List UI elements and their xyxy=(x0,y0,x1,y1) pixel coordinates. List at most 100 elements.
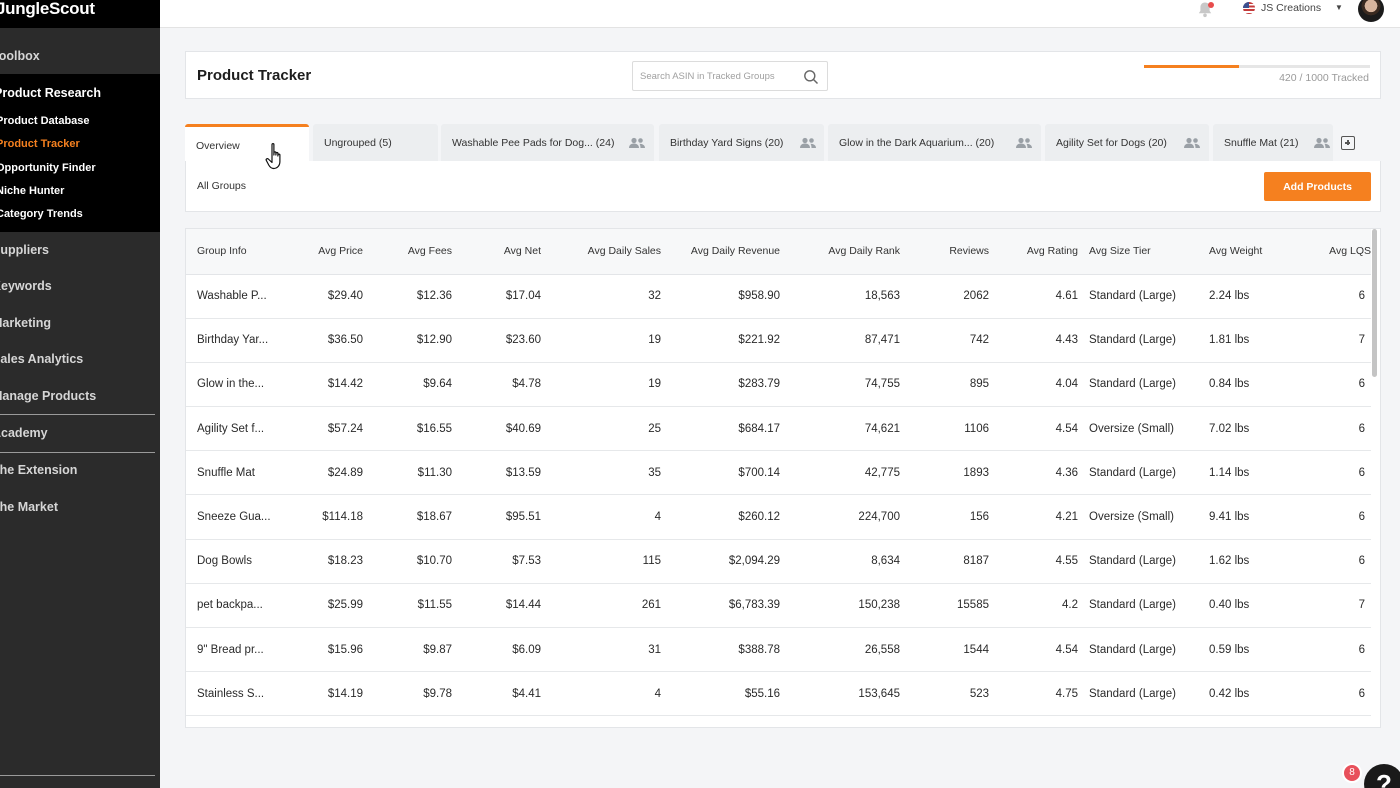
table-row[interactable]: Washable P... $29.40 $12.36 $17.04 32 $958.90… xyxy=(186,274,1371,319)
column-header-group-info[interactable]: Group Info xyxy=(186,229,277,275)
column-header-avg-lqs[interactable]: Avg LQS xyxy=(1283,229,1371,275)
column-header-reviews[interactable]: Reviews xyxy=(900,229,989,275)
cell-avg-net: $23.60 xyxy=(452,318,541,363)
tab-snuffle-mat[interactable]: Snuffle Mat (21) xyxy=(1213,124,1333,162)
add-tab-icon[interactable] xyxy=(1341,136,1355,150)
cell-avg-rating: 4.55 xyxy=(989,539,1078,584)
sidebar-item-keywords[interactable]: Keywords xyxy=(0,279,52,293)
column-header-avg-daily-revenue[interactable]: Avg Daily Revenue xyxy=(661,229,780,275)
table-row[interactable]: Dog Bowls $18.23 $10.70 $7.53 115 $2,094.29 8,… xyxy=(186,539,1371,584)
sidebar-item-toolbox[interactable]: Toolbox xyxy=(0,49,40,63)
cell-avg-daily-sales: 25 xyxy=(541,406,661,452)
cell-avg-daily-sales: 35 xyxy=(541,450,661,496)
groups-table-card: Group Info Avg Price Avg Fees Avg Net Av… xyxy=(185,228,1381,728)
column-header-avg-daily-sales[interactable]: Avg Daily Sales xyxy=(541,229,661,275)
tab-label: Ungrouped (5) xyxy=(324,137,392,149)
sidebar-item-sales-analytics[interactable]: Sales Analytics xyxy=(0,352,83,366)
cell-group-info[interactable]: Sneeze Gua... xyxy=(186,494,277,540)
cell-group-info[interactable]: 9" Bread pr... xyxy=(186,627,277,673)
cell-avg-fees: $18.67 xyxy=(363,494,452,540)
cell-group-info[interactable]: Agility Set f... xyxy=(186,406,277,452)
add-products-button[interactable]: Add Products xyxy=(1264,172,1371,201)
cell-avg-fees: $16.55 xyxy=(363,406,452,452)
cell-avg-rating: 4.2 xyxy=(989,583,1078,629)
column-header-avg-net[interactable]: Avg Net xyxy=(452,229,541,275)
account-caret-icon[interactable]: ▼ xyxy=(1335,3,1343,12)
cell-avg-daily-rank: 224,700 xyxy=(780,494,900,540)
table-row[interactable]: Agility Set f... $57.24 $16.55 $40.69 25 $684… xyxy=(186,406,1371,452)
junglescout-logo[interactable]: JungleScout xyxy=(0,0,95,19)
search-input[interactable] xyxy=(640,62,800,90)
sidebar-item-product-research[interactable]: Product Research xyxy=(0,86,101,100)
cell-group-info[interactable]: Snuffle Mat xyxy=(186,450,277,496)
cell-avg-lqs: 7 xyxy=(1283,318,1371,363)
tracked-progress-fill xyxy=(1144,65,1239,68)
cell-avg-lqs: 6 xyxy=(1283,627,1371,673)
sidebar-item-marketing[interactable]: Marketing xyxy=(0,316,51,330)
sidebar-item-suppliers[interactable]: Suppliers xyxy=(0,243,49,257)
column-header-avg-size-tier[interactable]: Avg Size Tier xyxy=(1078,229,1198,275)
avatar[interactable] xyxy=(1358,0,1384,22)
sidebar-item-academy[interactable]: Academy xyxy=(0,426,48,440)
table-row[interactable]: Birthday Yar... $36.50 $12.90 $23.60 19 $221.… xyxy=(186,318,1371,363)
help-chat-button[interactable]: ? xyxy=(1364,764,1400,788)
cell-avg-fees: $11.30 xyxy=(363,450,452,496)
sidebar-item-category-trends[interactable]: Category Trends xyxy=(0,208,83,220)
tab-ungrouped[interactable]: Ungrouped (5) xyxy=(313,124,438,162)
cell-group-info[interactable]: Washable P... xyxy=(186,274,277,319)
table-row[interactable]: Glow in the... $14.42 $9.64 $4.78 19 $283.79 7… xyxy=(186,362,1371,408)
sidebar-divider xyxy=(0,414,155,415)
table-scrollbar[interactable] xyxy=(1372,229,1377,377)
cell-reviews: 156 xyxy=(900,494,989,540)
sidebar-item-the-extension[interactable]: The Extension xyxy=(0,463,77,477)
sidebar-item-manage-products[interactable]: Manage Products xyxy=(0,389,96,403)
tab-glow-in-the-dark-aquarium[interactable]: Glow in the Dark Aquarium... (20) xyxy=(828,124,1041,162)
table-row[interactable]: 9" Bread pr... $15.96 $9.87 $6.09 31 $388.78 2… xyxy=(186,627,1371,673)
column-header-avg-price[interactable]: Avg Price xyxy=(277,229,363,275)
sidebar-item-product-tracker[interactable]: Product Tracker xyxy=(0,138,80,150)
cell-avg-rating: 4.43 xyxy=(989,318,1078,363)
sidebar-item-product-database[interactable]: Product Database xyxy=(0,115,90,127)
cell-avg-net: $95.51 xyxy=(452,494,541,540)
tab-birthday-yard-signs[interactable]: Birthday Yard Signs (20) xyxy=(659,124,824,162)
help-notification-badge: 8 xyxy=(1342,763,1362,783)
cell-avg-price: $29.40 xyxy=(277,274,363,319)
table-row[interactable]: Snuffle Mat $24.89 $11.30 $13.59 35 $700.14 42… xyxy=(186,450,1371,496)
tab-agility-set-for-dogs[interactable]: Agility Set for Dogs (20) xyxy=(1045,124,1209,162)
table-row[interactable]: pet backpa... $25.99 $11.55 $14.44 261 $6,783… xyxy=(186,583,1371,629)
sidebar-item-niche-hunter[interactable]: Niche Hunter xyxy=(0,185,64,197)
cell-avg-net: $4.78 xyxy=(452,362,541,408)
tab-washable-pee-pads[interactable]: Washable Pee Pads for Dog... (24) xyxy=(441,124,654,162)
cell-avg-daily-rank: 42,775 xyxy=(780,450,900,496)
cell-avg-net: $6.09 xyxy=(452,627,541,673)
tab-overview[interactable]: Overview xyxy=(185,124,309,162)
column-header-avg-fees[interactable]: Avg Fees xyxy=(363,229,452,275)
cell-group-info[interactable]: Birthday Yar... xyxy=(186,318,277,363)
page-header: Product Tracker 420 / 1000 Tracked xyxy=(185,51,1381,99)
column-header-avg-rating[interactable]: Avg Rating xyxy=(989,229,1078,275)
sidebar-item-opportunity-finder[interactable]: Opportunity Finder xyxy=(0,162,96,174)
cell-avg-weight: 0.42 lbs xyxy=(1198,671,1283,717)
cell-group-info[interactable]: Dog Bowls xyxy=(186,539,277,584)
cell-avg-price: $36.50 xyxy=(277,318,363,363)
table-header-row: Group Info Avg Price Avg Fees Avg Net Av… xyxy=(186,229,1371,275)
table-row[interactable]: Sneeze Gua... $114.18 $18.67 $95.51 4 $260.12… xyxy=(186,494,1371,540)
account-name[interactable]: JS Creations xyxy=(1261,2,1321,14)
cell-group-info[interactable]: Stainless S... xyxy=(186,671,277,717)
cell-group-info[interactable]: pet backpa... xyxy=(186,583,277,629)
cell-avg-rating: 4.54 xyxy=(989,406,1078,452)
column-header-avg-weight[interactable]: Avg Weight xyxy=(1198,229,1283,275)
cell-avg-size-tier: Standard (Large) xyxy=(1078,450,1198,496)
table-row[interactable]: Stainless S... $14.19 $9.78 $4.41 4 $55.16 153… xyxy=(186,671,1371,717)
cell-group-info[interactable]: Glow in the... xyxy=(186,362,277,408)
cell-avg-daily-revenue: $260.12 xyxy=(661,494,780,540)
cell-avg-price: $15.96 xyxy=(277,627,363,673)
column-header-avg-daily-rank[interactable]: Avg Daily Rank xyxy=(780,229,900,275)
cell-avg-size-tier: Standard (Large) xyxy=(1078,362,1198,408)
tab-label: Birthday Yard Signs (20) xyxy=(670,137,784,149)
search-icon[interactable] xyxy=(803,69,819,85)
sidebar-item-the-market[interactable]: The Market xyxy=(0,500,58,514)
tab-label: Agility Set for Dogs (20) xyxy=(1056,137,1167,149)
mouse-pointer-icon xyxy=(265,143,281,170)
cell-reviews: 8187 xyxy=(900,539,989,584)
